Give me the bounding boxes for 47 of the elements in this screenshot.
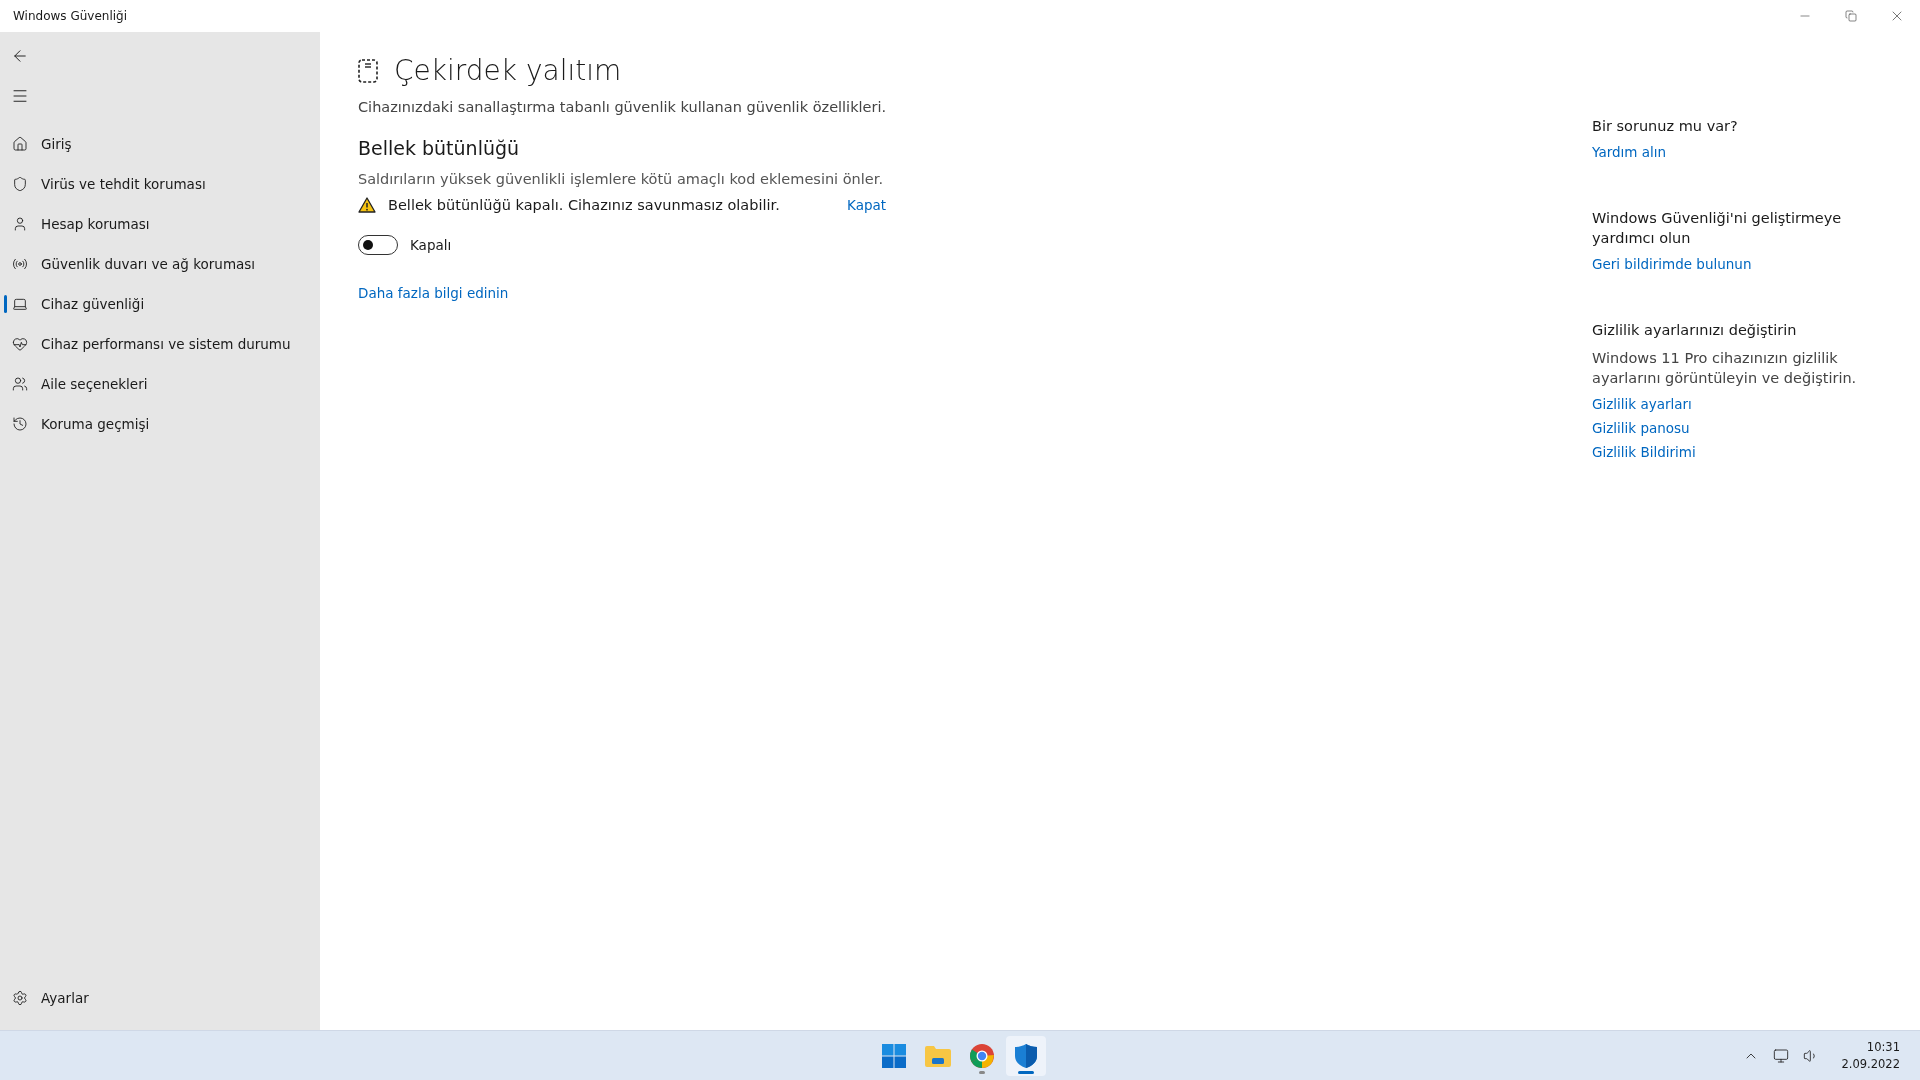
aside-text: Windows 11 Pro cihazınızın gizlilik ayarlarını görüntüleyin ve değiştirin. xyxy=(1592,349,1858,388)
windows-logo-icon xyxy=(882,1043,906,1068)
aside-heading: Gizlilik ayarlarınızı değiştirin xyxy=(1592,321,1798,340)
menu-icon xyxy=(11,87,29,105)
sidebar-item[interactable]: Virüs ve tehdit koruması xyxy=(0,164,320,204)
toggle-switch[interactable] xyxy=(358,235,398,255)
section-title: Bellek bütünlüğü xyxy=(358,137,521,159)
aside-link[interactable]: Gizlilik Bildirimi xyxy=(1592,444,1882,460)
window-title: Windows Güvenliği xyxy=(13,9,128,23)
chip-outline-icon xyxy=(358,58,378,83)
page-subtitle: Cihazınızdaki sanallaştırma tabanlı güvenlik kullanan güvenlik özellikleri. xyxy=(358,99,887,115)
aside-link[interactable]: Yardım alın xyxy=(1592,144,1882,160)
aside-link[interactable]: Gizlilik ayarları xyxy=(1592,396,1882,412)
sidebar-item[interactable]: Cihaz performansı ve sistem durumu xyxy=(0,324,320,364)
settings-item[interactable]: Ayarlar xyxy=(0,978,320,1018)
aside-heading: Bir sorunuz mu var? xyxy=(1592,117,1739,136)
sidebar-item[interactable]: Hesap koruması xyxy=(0,204,320,244)
aside-link[interactable]: Geri bildirimde bulunun xyxy=(1592,256,1882,272)
history-icon xyxy=(12,416,28,432)
shield-icon xyxy=(1015,1043,1037,1068)
home-icon xyxy=(12,136,28,152)
sidebar-item[interactable]: Aile seçenekleri xyxy=(0,364,320,404)
toggle-label: Kapalı xyxy=(410,237,452,253)
warning-icon xyxy=(358,197,376,213)
sidebar-item[interactable]: Cihaz güvenliği xyxy=(0,284,320,324)
dismiss-link[interactable]: Kapat xyxy=(847,197,887,213)
laptop-icon xyxy=(12,296,28,312)
heart-icon xyxy=(12,336,28,352)
settings-icon xyxy=(12,990,28,1006)
browser-icon xyxy=(970,1043,994,1068)
folder-icon xyxy=(925,1044,951,1067)
sidebar-item[interactable]: Giriş xyxy=(0,124,320,164)
aside-heading: Windows Güvenliği'ni geliştirmeye yardımcı olun xyxy=(1592,209,1843,248)
aside-link[interactable]: Gizlilik panosu xyxy=(1592,420,1882,436)
family-icon xyxy=(12,376,28,392)
antenna-icon xyxy=(12,256,28,272)
warning-message: Bellek bütünlüğü kapalı. Cihazınız savunmasız olabilir. xyxy=(388,197,781,213)
section-description: Saldırıların yüksek güvenlikli işlemlere kötü amaçlı kod eklemesini önler. xyxy=(358,171,884,187)
taskbar-button[interactable] xyxy=(1006,1035,1046,1076)
sidebar-item[interactable]: Güvenlik duvarı ve ağ koruması xyxy=(0,244,320,284)
shield-icon xyxy=(12,176,28,192)
page-title: Çekirdek yalıtım xyxy=(394,54,622,87)
person-icon xyxy=(12,216,28,232)
learn-more-link[interactable]: Daha fazla bilgi edinin xyxy=(358,285,509,301)
sidebar-item[interactable]: Koruma geçmişi xyxy=(0,404,320,444)
clock[interactable]: 10:31 2.09.2022 xyxy=(1831,1039,1906,1072)
restore-icon xyxy=(1845,10,1857,22)
